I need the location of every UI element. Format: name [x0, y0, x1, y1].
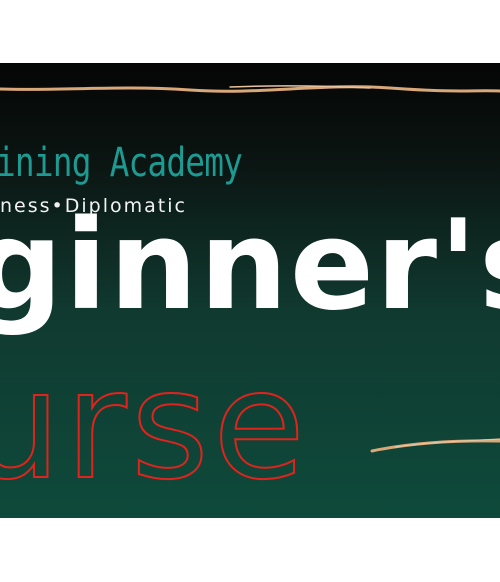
top-brush-stroke — [0, 85, 500, 93]
headline-line-2: urse — [0, 339, 310, 513]
course-banner: ining Academy ness•Diplomatic ginner's u… — [0, 63, 500, 518]
headline-line-1: ginner's — [0, 194, 500, 338]
academy-title: ining Academy — [0, 140, 243, 186]
